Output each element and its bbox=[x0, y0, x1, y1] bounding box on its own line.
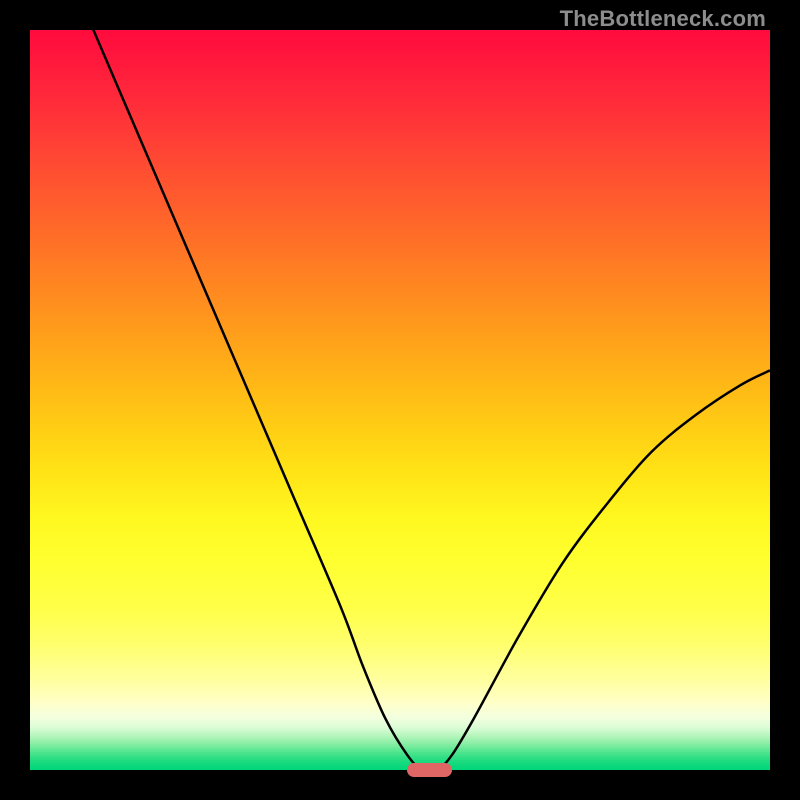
optimum-marker bbox=[407, 763, 451, 777]
bottleneck-curve bbox=[30, 30, 770, 770]
plot-area bbox=[30, 30, 770, 770]
bottleneck-curve-path bbox=[30, 30, 770, 770]
chart-container: TheBottleneck.com bbox=[0, 0, 800, 800]
watermark-text: TheBottleneck.com bbox=[560, 6, 766, 32]
